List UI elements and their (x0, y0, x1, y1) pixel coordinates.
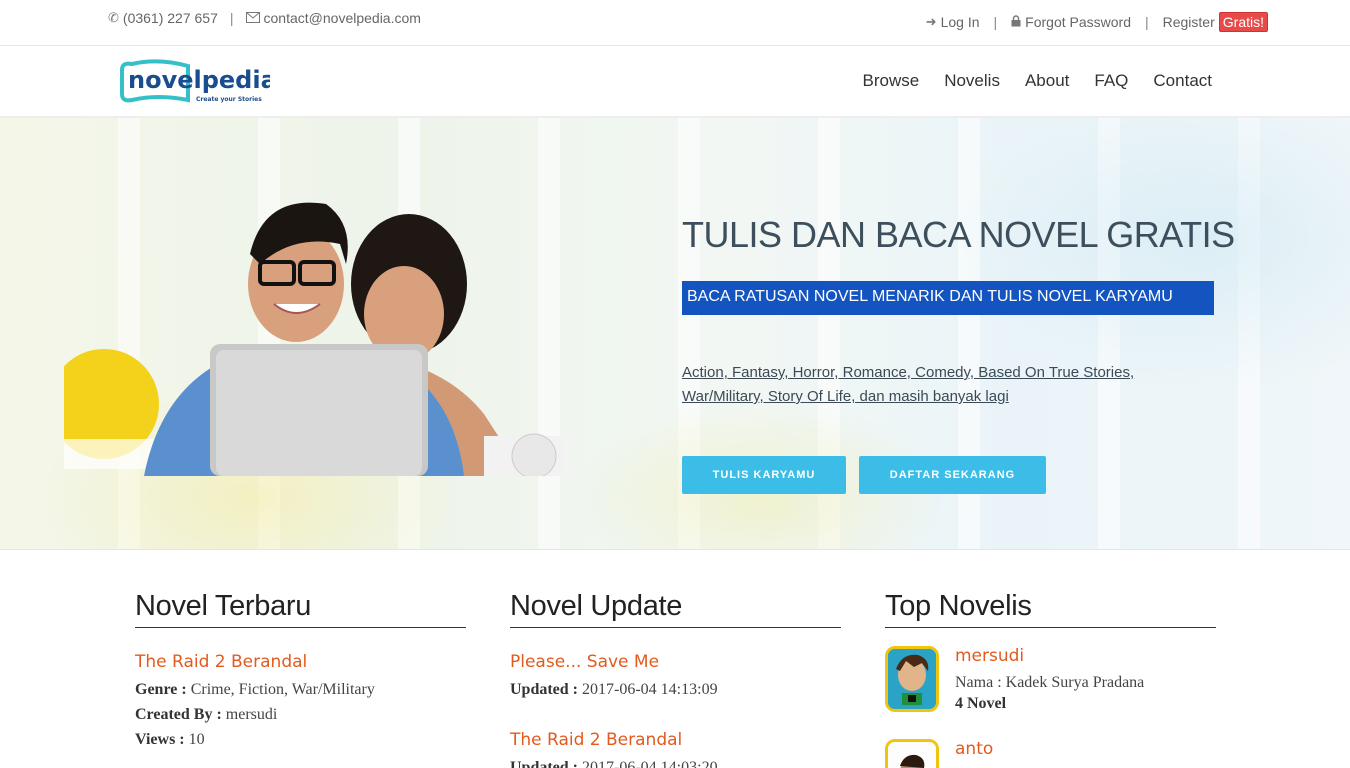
novelis-info: anto (955, 739, 993, 768)
top-novelis-section: Top Novelis mersudi Nama : Kadek Surya P… (885, 590, 1216, 768)
svg-text:Create your Stories: Create your Stories (196, 96, 262, 103)
forgot-password-label: Forgot Password (1025, 14, 1131, 30)
write-novel-button[interactable]: TULIS KARYAMU (682, 456, 846, 494)
section-heading: Novel Terbaru (135, 590, 466, 628)
nav-contact[interactable]: Contact (1153, 71, 1212, 91)
envelope-icon (245, 11, 260, 26)
genres-line-2: War/Military, Story Of Life, dan masih b… (682, 388, 1009, 405)
register-now-button[interactable]: DAFTAR SEKARANG (859, 456, 1046, 494)
email-address[interactable]: contact@novelpedia.com (264, 10, 421, 26)
forgot-password-link[interactable]: Forgot Password (1011, 14, 1131, 30)
genre-row: Genre : Crime, Fiction, War/Military (135, 677, 466, 702)
main-navbar: novelpedia Create your Stories Browse No… (0, 46, 1350, 118)
novelis-full-name: Nama : Kadek Surya Pradana (955, 674, 1145, 691)
novel-title-link[interactable]: The Raid 2 Berandal (510, 730, 841, 750)
lock-icon (1011, 14, 1021, 30)
top-bar: ✆ (0361) 227 657 | contact@novelpedia.co… (0, 0, 1350, 46)
divider: | (993, 14, 998, 30)
novel-title-link[interactable]: The Raid 2 Berandal (135, 652, 466, 672)
nav-about[interactable]: About (1025, 71, 1069, 91)
phone-number: (0361) 227 657 (122, 10, 218, 26)
auth-links: ➜ Log In | Forgot Password | Register Gr… (926, 12, 1268, 32)
nav-novelis[interactable]: Novelis (944, 71, 1000, 91)
updated-row: Updated : 2017-06-04 14:13:09 (510, 677, 841, 702)
novelpedia-logo[interactable]: novelpedia Create your Stories (118, 56, 277, 106)
updated-value: 2017-06-04 14:13:09 (582, 681, 718, 698)
created-by-label: Created By : (135, 706, 222, 723)
nav-browse[interactable]: Browse (863, 71, 920, 91)
updated-label: Updated : (510, 759, 579, 768)
list-item: anto (885, 739, 1216, 768)
novel-title-link[interactable]: Please... Save Me (510, 652, 841, 672)
hero-genres-link[interactable]: Action, Fantasy, Horror, Romance, Comedy… (682, 361, 1152, 409)
genre-label: Genre : (135, 681, 187, 698)
updated-value: 2017-06-04 14:03:20 (582, 759, 718, 768)
novelis-username-link[interactable]: anto (955, 739, 993, 759)
genres-line-1: Action, Fantasy, Horror, Romance, Comedy… (682, 364, 1135, 381)
novel-terbaru-section: Novel Terbaru The Raid 2 Berandal Genre … (135, 590, 466, 752)
hero-image-couple-laptop (64, 202, 564, 476)
views-value: 10 (188, 731, 205, 748)
hero-tagline: BACA RATUSAN NOVEL MENARIK DAN TULIS NOV… (682, 281, 1214, 315)
novelis-novel-count: 4 Novel (955, 695, 1007, 712)
created-by-value: mersudi (225, 706, 278, 723)
updated-row: Updated : 2017-06-04 14:03:20 (510, 755, 841, 768)
main-nav: Browse Novelis About FAQ Contact (863, 71, 1212, 91)
phone-icon: ✆ (108, 10, 119, 25)
novelis-username-link[interactable]: mersudi (955, 646, 1144, 666)
section-heading: Novel Update (510, 590, 841, 628)
register-label: Register (1162, 14, 1215, 30)
hero-banner: TULIS DAN BACA NOVEL GRATIS BACA RATUSAN… (0, 118, 1350, 550)
login-link[interactable]: ➜ Log In (926, 14, 980, 30)
avatar[interactable] (885, 646, 939, 712)
sign-in-icon: ➜ (925, 14, 937, 29)
updated-label: Updated : (510, 681, 579, 698)
hero-title: TULIS DAN BACA NOVEL GRATIS (682, 214, 1235, 255)
novelis-info: mersudi Nama : Kadek Surya Pradana 4 Nov… (955, 646, 1144, 713)
list-item: mersudi Nama : Kadek Surya Pradana 4 Nov… (885, 646, 1216, 713)
views-label: Views : (135, 731, 185, 748)
created-by-row: Created By : mersudi (135, 702, 466, 727)
svg-text:novelpedia: novelpedia (128, 66, 270, 94)
register-link[interactable]: Register Gratis! (1163, 12, 1268, 32)
login-label: Log In (940, 14, 980, 30)
divider: | (1144, 14, 1149, 30)
novel-update-section: Novel Update Please... Save Me Updated :… (510, 590, 841, 768)
divider: | (229, 10, 234, 26)
section-heading: Top Novelis (885, 590, 1216, 628)
list-item: The Raid 2 Berandal Updated : 2017-06-04… (510, 730, 841, 768)
list-item: The Raid 2 Berandal Genre : Crime, Ficti… (135, 652, 466, 752)
genre-value: Crime, Fiction, War/Military (190, 681, 375, 698)
nav-faq[interactable]: FAQ (1094, 71, 1128, 91)
free-badge: Gratis! (1218, 12, 1268, 32)
avatar[interactable] (885, 739, 939, 768)
list-item: Please... Save Me Updated : 2017-06-04 1… (510, 652, 841, 702)
views-row: Views : 10 (135, 727, 466, 752)
contact-info: ✆ (0361) 227 657 | contact@novelpedia.co… (108, 10, 421, 26)
